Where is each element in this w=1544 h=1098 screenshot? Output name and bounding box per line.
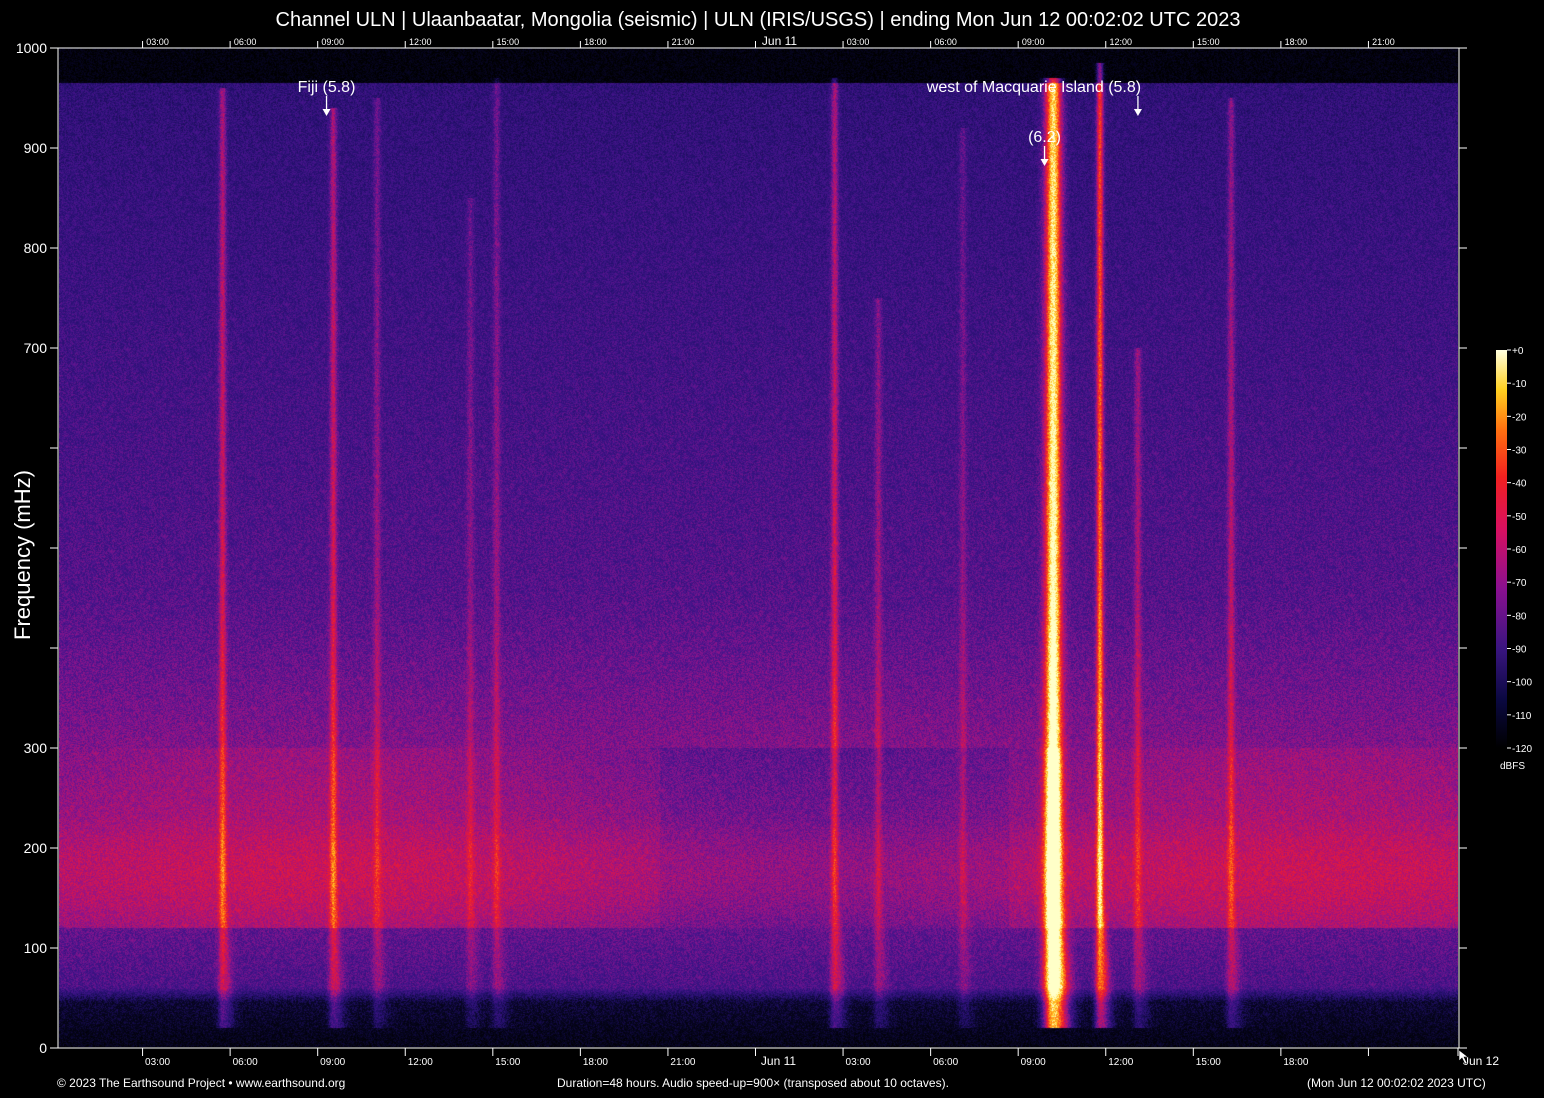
footer-duration: Duration=48 hours. Audio speed-up=900× (… [557,1076,949,1090]
x-tick-label-top: 15:00 [497,37,520,47]
x-tick-label-bottom: Jun 11 [761,1054,796,1068]
colorbar: +0 -10 -20 -30 -40 -50 -60 -70 -80 -90 -100 -110 -12… [1496,346,1532,755]
x-tick-label-top: Jun 11 [762,34,797,48]
spectrogram-image [59,48,1458,1047]
x-tick-label-top: 18:00 [584,37,607,47]
x-tick-label-top: 09:00 [321,37,344,47]
y-tick-label: 0 [39,1040,47,1056]
annotation-label: west of Macquarie Island (5.8) [926,79,1141,96]
x-tick-label-bottom: 18:00 [583,1057,608,1068]
colorbar-tick-label: -30 [1512,446,1527,457]
x-tick-label-top: 21:00 [672,37,695,47]
x-tick-label-bottom: 09:00 [1021,1057,1046,1068]
x-tick-label-bottom: Jun 12 [1463,1054,1499,1068]
y-tick-label: 1000 [16,40,47,56]
x-tick-label-bottom: 12:00 [408,1057,433,1068]
x-tick-label-bottom: 12:00 [1108,1057,1133,1068]
x-tick-label-top: 18:00 [1285,37,1308,47]
x-axis-bottom: 03:00 06:00 09:00 12:00 15:00 18:00 21:00 Jun 1… [142,1048,1499,1068]
x-tick-label-top: 12:00 [409,37,432,47]
colorbar-tick-label: -60 [1512,545,1527,556]
colorbar-tick-label: -110 [1512,711,1532,722]
colorbar-tick-label: +0 [1512,346,1524,357]
spectrogram-chart: 0 100 200 300 700 800 900 1000 03:00 06:00 09:00 1… [16,34,1533,1068]
colorbar-tick-label: -80 [1512,611,1527,622]
x-tick-label-top: 12:00 [1109,37,1132,47]
x-tick-label-bottom: 03:00 [846,1057,871,1068]
x-tick-label-bottom: 03:00 [145,1057,170,1068]
annotation-label: (6.2) [1028,129,1061,146]
y-tick-label: 100 [24,940,48,956]
x-tick-label-top: 06:00 [934,37,957,47]
x-tick-label-bottom: 06:00 [233,1057,258,1068]
x-tick-label-bottom: 09:00 [320,1057,345,1068]
x-tick-label-top: 21:00 [1372,37,1395,47]
colorbar-unit: dBFS [1500,761,1526,772]
y-tick-label: 900 [24,140,48,156]
colorbar-tick-label: -120 [1512,744,1532,755]
y-tick-label: 700 [24,340,48,356]
x-tick-label-bottom: 21:00 [670,1057,695,1068]
x-tick-label-top: 09:00 [1022,37,1045,47]
colorbar-tick-label: -70 [1512,578,1527,589]
footer-timestamp: (Mon Jun 12 00:02:02 2023 UTC) [1307,1076,1486,1090]
x-tick-label-bottom: 15:00 [495,1057,520,1068]
y-tick-label: 300 [24,740,48,756]
x-axis-top: 03:00 06:00 09:00 12:00 15:00 18:00 21:00 Jun 1… [142,34,1395,48]
x-tick-label-top: 03:00 [847,37,870,47]
x-tick-label-top: 03:00 [146,37,169,47]
x-tick-label-top: 15:00 [1197,37,1220,47]
annotation-label: Fiji (5.8) [298,79,356,96]
x-tick-label-bottom: 15:00 [1196,1057,1221,1068]
colorbar-tick-label: -40 [1512,479,1527,490]
x-tick-label-top: 06:00 [234,37,257,47]
colorbar-tick-label: -90 [1512,645,1527,656]
x-tick-label-bottom: 18:00 [1283,1057,1308,1068]
colorbar-tick-label: -50 [1512,512,1527,523]
colorbar-gradient [1496,350,1507,748]
colorbar-tick-label: -100 [1512,678,1532,689]
colorbar-tick-label: -20 [1512,412,1527,423]
footer-copyright: © 2023 The Earthsound Project • www.eart… [57,1076,346,1090]
x-tick-label-bottom: 06:00 [933,1057,958,1068]
y-tick-label: 800 [24,240,48,256]
y-tick-label: 200 [24,840,48,856]
colorbar-tick-label: -10 [1512,379,1527,390]
